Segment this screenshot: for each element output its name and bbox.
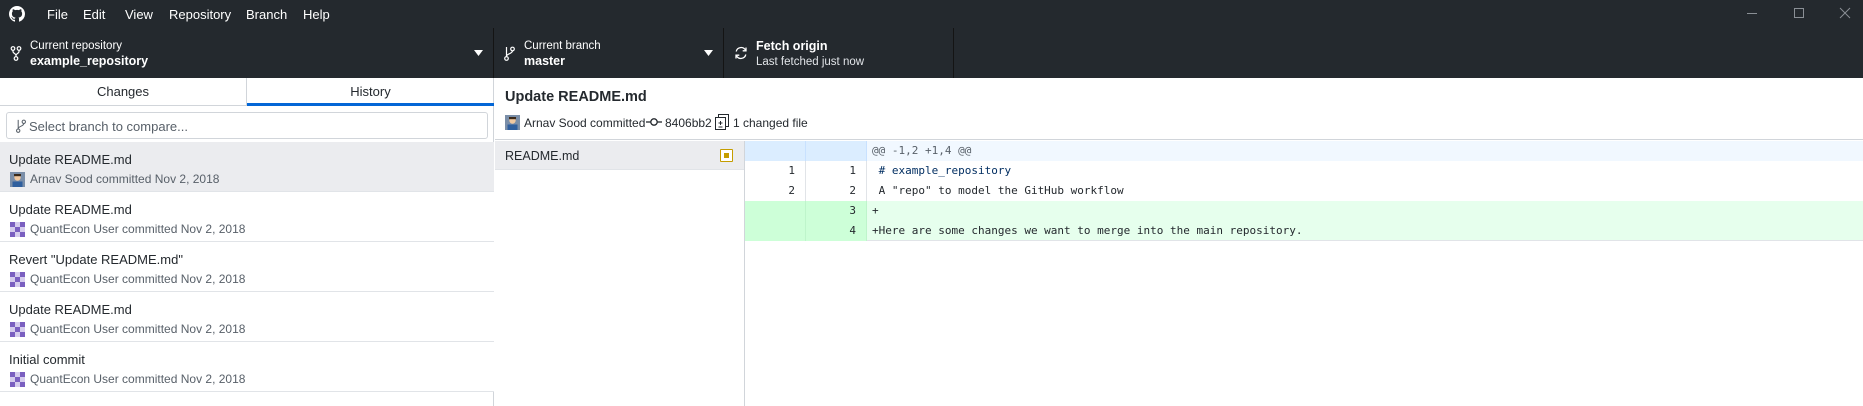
minimize-icon[interactable]: [1744, 5, 1760, 21]
branch-label: Current branch: [524, 40, 601, 52]
tab-changes[interactable]: Changes: [0, 78, 247, 106]
commit-row[interactable]: Update README.md Arnav Sood committed No…: [0, 142, 494, 192]
diff-line-text: +: [872, 204, 879, 217]
git-commit-icon: [646, 118, 662, 126]
changed-files-count: 1 changed file: [733, 116, 808, 130]
avatar: [10, 372, 25, 387]
fetch-origin-button[interactable]: Fetch origin Last fetched just now: [724, 28, 954, 78]
commit-meta: QuantEcon User committed Nov 2, 2018: [30, 222, 246, 236]
diff-line-text: # example_repository: [872, 164, 1012, 177]
chevron-down-icon: [704, 50, 713, 56]
diff-hunk-header: @@ -1,2 +1,4 @@: [745, 141, 1863, 161]
avatar: [10, 172, 25, 187]
fetch-status: Last fetched just now: [756, 56, 865, 68]
fetch-title: Fetch origin: [756, 39, 828, 53]
changed-file-list: README.md: [495, 141, 745, 406]
diff-line-context[interactable]: 2 2 A "repo" to model the GitHub workflo…: [745, 181, 1863, 201]
menu-view[interactable]: View: [125, 7, 153, 22]
menu-branch[interactable]: Branch: [246, 7, 287, 22]
avatar: [10, 322, 25, 337]
maximize-icon[interactable]: [1791, 5, 1807, 21]
commit-meta: Arnav Sood committed Nov 2, 2018: [30, 172, 220, 186]
old-line-number: 1: [745, 161, 806, 181]
commit-row[interactable]: Update README.md QuantEcon User committe…: [0, 192, 494, 242]
diff-line-text: A "repo" to model the GitHub workflow: [872, 184, 1124, 197]
old-line-number: 2: [745, 181, 806, 201]
file-list-item[interactable]: README.md: [495, 141, 744, 170]
repository-name: example_repository: [30, 54, 149, 68]
new-line-number: 1: [806, 161, 867, 181]
commit-list: Update README.md Arnav Sood committed No…: [0, 142, 494, 392]
branch-compare-box[interactable]: [6, 112, 488, 139]
diff-line-text: +Here are some changes we want to merge …: [872, 224, 1303, 237]
avatar: [10, 222, 25, 237]
commit-row[interactable]: Update README.md QuantEcon User committe…: [0, 292, 494, 342]
file-name: README.md: [505, 149, 580, 163]
repo-fork-icon: [10, 46, 22, 61]
close-icon[interactable]: [1837, 5, 1853, 21]
commit-summary: Update README.md Arnav Sood committed 84…: [495, 78, 1863, 140]
commit-row[interactable]: Initial commit QuantEcon User committed …: [0, 342, 494, 392]
commit-sha[interactable]: 8406bb2: [665, 116, 712, 130]
commit-title: Update README.md: [9, 302, 132, 317]
commit-title: Update README.md: [9, 202, 132, 217]
new-line-number: 4: [806, 221, 867, 241]
tab-history[interactable]: History: [247, 78, 494, 106]
branch-compare-input[interactable]: [29, 117, 479, 135]
title-bar: File Edit View Repository Branch Help: [0, 0, 1863, 28]
menu-edit[interactable]: Edit: [83, 7, 105, 22]
repository-label: Current repository: [30, 40, 123, 52]
repository-selector[interactable]: Current repository example_repository: [0, 28, 494, 78]
diff-viewer: @@ -1,2 +1,4 @@ 1 1 # example_repository…: [745, 141, 1863, 406]
commit-title: Initial commit: [9, 352, 85, 367]
menu-file[interactable]: File: [47, 7, 68, 22]
git-branch-icon: [504, 46, 515, 61]
commit-meta: QuantEcon User committed Nov 2, 2018: [30, 372, 246, 386]
commit-row[interactable]: Revert "Update README.md" QuantEcon User…: [0, 242, 494, 292]
new-line-number: [806, 141, 867, 161]
diff-line-added[interactable]: 4 +Here are some changes we want to merg…: [745, 221, 1863, 241]
github-logo-icon[interactable]: [9, 6, 25, 22]
commit-author: Arnav Sood committed: [524, 116, 646, 130]
commit-title: Revert "Update README.md": [9, 252, 183, 267]
old-line-number: [745, 221, 806, 241]
old-line-number: [745, 201, 806, 221]
commit-summary-title: Update README.md: [505, 89, 647, 105]
chevron-down-icon: [474, 50, 483, 56]
commit-title: Update README.md: [9, 152, 132, 167]
branch-selector[interactable]: Current branch master: [494, 28, 724, 78]
commit-meta: QuantEcon User committed Nov 2, 2018: [30, 322, 246, 336]
avatar: [10, 272, 25, 287]
branch-name: master: [524, 54, 565, 68]
history-sidebar: Changes History Update README.md Arnav S…: [0, 78, 494, 406]
sync-icon: [735, 46, 747, 60]
diff-line-added[interactable]: 3 +: [745, 201, 1863, 221]
menu-help[interactable]: Help: [303, 7, 330, 22]
new-line-number: 3: [806, 201, 867, 221]
diff-icon: [715, 114, 729, 130]
new-line-number: 2: [806, 181, 867, 201]
hunk-header-text: @@ -1,2 +1,4 @@: [872, 144, 972, 157]
toolbar: Current repository example_repository Cu…: [0, 28, 1863, 78]
avatar: [505, 115, 520, 130]
menu-repository[interactable]: Repository: [169, 7, 231, 22]
old-line-number: [745, 141, 806, 161]
diff-line-context[interactable]: 1 1 # example_repository: [745, 161, 1863, 181]
file-modified-icon: [720, 149, 733, 162]
commit-meta: QuantEcon User committed Nov 2, 2018: [30, 272, 246, 286]
git-branch-icon: [16, 119, 26, 133]
